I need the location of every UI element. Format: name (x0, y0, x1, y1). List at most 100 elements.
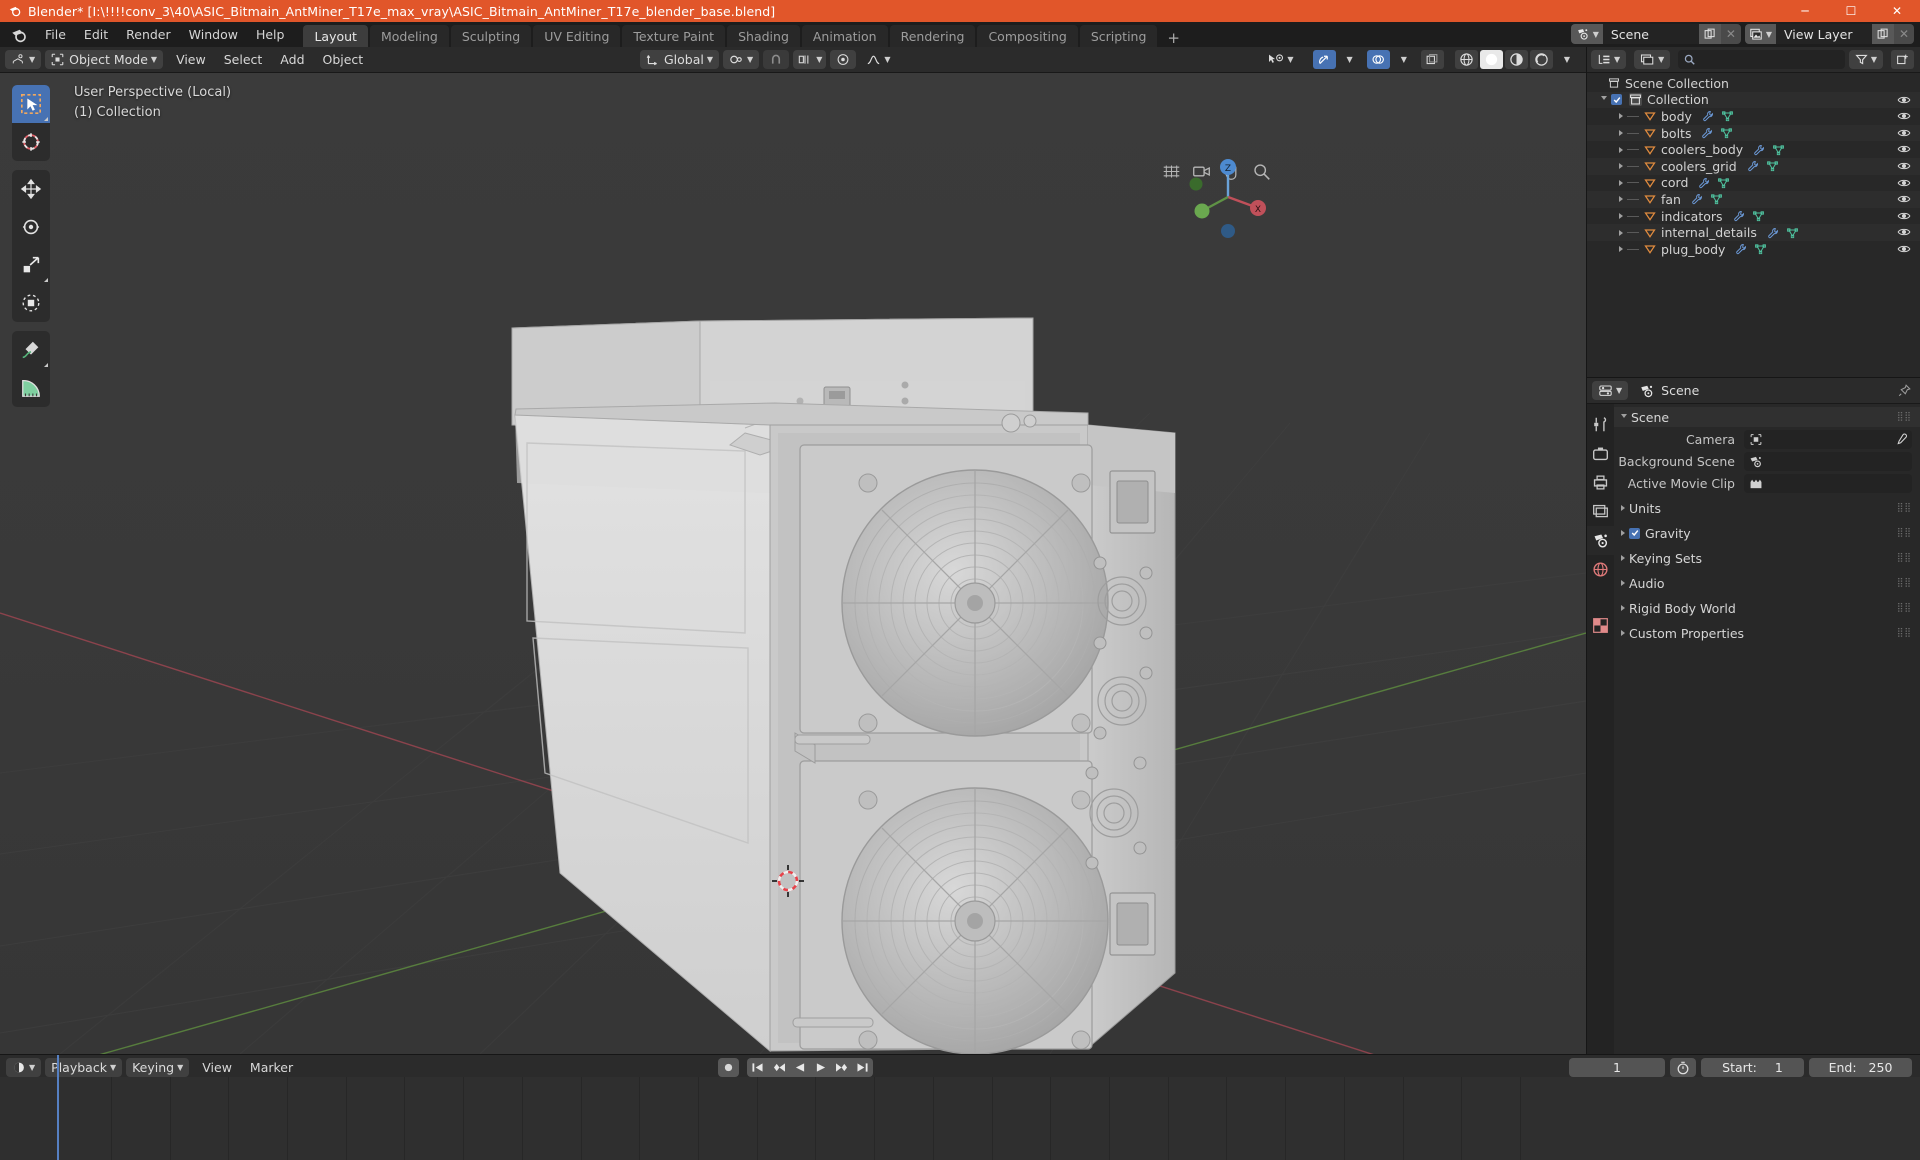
outliner-editor-type-button[interactable]: ▼ (1591, 50, 1627, 69)
panel-scene-header[interactable]: Scene ⣿⣿ (1614, 407, 1920, 427)
mesh-data-icon[interactable] (1772, 144, 1785, 156)
menu-window[interactable]: Window (180, 25, 247, 44)
measure-tool[interactable] (12, 369, 50, 407)
output-tab[interactable] (1587, 468, 1614, 497)
modifier-wrench-icon[interactable] (1702, 110, 1714, 122)
panel-rigid-body-world[interactable]: Rigid Body World ⣿⣿ (1614, 598, 1920, 618)
panel-drag-dots[interactable]: ⣿⣿ (1897, 503, 1912, 513)
menu-render[interactable]: Render (117, 25, 180, 44)
cursor-tool[interactable] (12, 123, 50, 161)
object-visibility-toggle[interactable] (1897, 225, 1911, 239)
mesh-data-icon[interactable] (1710, 193, 1723, 205)
expand-triangle-icon[interactable] (1601, 96, 1607, 103)
start-frame-field[interactable]: Start: 1 (1701, 1058, 1804, 1077)
expand-triangle-icon[interactable] (1619, 229, 1623, 236)
timeline-editor-type-button[interactable]: ▼ (6, 1058, 42, 1077)
prev-keyframe-button[interactable] (768, 1058, 789, 1077)
tab-sculpting[interactable]: Sculpting (450, 25, 532, 47)
expand-triangle-icon[interactable] (1619, 196, 1623, 203)
scene-name-field[interactable]: Scene (1602, 24, 1699, 44)
collection-checkbox[interactable] (1611, 94, 1622, 106)
mesh-data-icon[interactable] (1717, 177, 1730, 189)
new-scene-button[interactable] (1698, 24, 1721, 44)
expand-triangle-icon[interactable] (1619, 246, 1623, 253)
jump-to-end-button[interactable] (852, 1058, 873, 1077)
panel-audio[interactable]: Audio ⣿⣿ (1614, 573, 1920, 593)
overlays-dropdown[interactable]: ▼ (1392, 50, 1413, 69)
jump-to-start-button[interactable] (747, 1058, 768, 1077)
panel-drag-dots[interactable]: ⣿⣿ (1897, 578, 1912, 588)
annotate-tool[interactable] (12, 331, 50, 369)
minimize-button[interactable]: ─ (1782, 0, 1828, 22)
move-tool[interactable] (12, 170, 50, 208)
object-visibility-toggle[interactable] (1897, 142, 1911, 156)
object-visibility-toggle[interactable] (1897, 109, 1911, 123)
active-movie-clip-field[interactable] (1744, 473, 1912, 493)
object-visibility-toggle[interactable] (1897, 176, 1911, 190)
render-tab[interactable] (1587, 439, 1614, 468)
object-mode-dropdown[interactable]: Object Mode ▼ (45, 50, 164, 69)
tab-animation[interactable]: Animation (801, 25, 888, 47)
visibility-dropdown[interactable]: ▼ (1261, 50, 1299, 69)
pin-button[interactable] (1898, 384, 1911, 397)
outliner-object-row[interactable]: cord (1587, 175, 1920, 192)
menu-file[interactable]: File (36, 25, 75, 44)
properties-editor-type-button[interactable]: ▼ (1592, 381, 1629, 400)
snap-target-dropdown[interactable]: ▼ (793, 50, 827, 69)
outliner-object-row[interactable]: plug_body (1587, 241, 1920, 258)
viewport-menu-select[interactable]: Select (215, 52, 272, 67)
new-collection-button[interactable] (1891, 50, 1914, 69)
outliner-object-row[interactable]: coolers_grid (1587, 157, 1920, 175)
expand-triangle-icon[interactable] (1619, 146, 1623, 153)
blender-icon[interactable] (10, 26, 28, 44)
transform-orientation-dropdown[interactable]: Global ▼ (640, 50, 720, 69)
outliner-object-row[interactable]: internal_details (1587, 224, 1920, 241)
shading-wireframe-button[interactable] (1454, 50, 1478, 69)
scene-tab[interactable] (1587, 526, 1614, 555)
outliner-search-input[interactable] (1678, 50, 1845, 69)
object-visibility-toggle[interactable] (1897, 242, 1911, 256)
tab-uv-editing[interactable]: UV Editing (533, 25, 621, 47)
view-layer-tab[interactable] (1587, 497, 1614, 526)
tab-scripting[interactable]: Scripting (1079, 25, 1158, 47)
outliner-object-row[interactable]: coolers_body (1587, 141, 1920, 158)
outliner-object-row[interactable]: fan (1587, 191, 1920, 208)
panel-drag-dots[interactable]: ⣿⣿ (1897, 528, 1912, 538)
panel-drag-dots[interactable]: ⣿⣿ (1897, 553, 1912, 563)
new-view-layer-button[interactable] (1872, 24, 1894, 44)
modifier-wrench-icon[interactable] (1698, 177, 1710, 189)
record-button[interactable] (718, 1058, 739, 1077)
timeline-menu-marker[interactable]: Marker (241, 1060, 302, 1075)
editor-type-button[interactable]: ▼ (5, 50, 42, 69)
keying-dropdown[interactable]: Keying ▼ (126, 1058, 190, 1077)
object-visibility-toggle[interactable] (1897, 159, 1911, 173)
camera-field[interactable] (1744, 429, 1912, 449)
background-scene-field[interactable] (1744, 451, 1912, 471)
gizmo-dropdown[interactable]: ▼ (1338, 50, 1359, 69)
expand-triangle-icon[interactable] (1619, 213, 1623, 220)
remove-view-layer-button[interactable]: ✕ (1894, 24, 1914, 44)
mesh-data-icon[interactable] (1754, 243, 1767, 255)
collection-visibility-toggle[interactable] (1897, 93, 1911, 107)
show-gizmo-toggle[interactable] (1312, 50, 1336, 69)
current-frame-field[interactable]: 1 (1569, 1058, 1665, 1077)
modifier-wrench-icon[interactable] (1767, 227, 1779, 239)
gravity-checkbox[interactable] (1629, 527, 1640, 539)
outliner-tree[interactable]: Scene Collection Collection body bolts c… (1587, 73, 1920, 377)
show-overlays-toggle[interactable] (1366, 50, 1390, 69)
world-tab[interactable] (1587, 555, 1614, 584)
viewport-menu-object[interactable]: Object (314, 52, 373, 67)
scene-browse-button[interactable]: ▼ (1570, 24, 1603, 44)
shading-material-button[interactable] (1504, 50, 1528, 69)
viewport-menu-view[interactable]: View (167, 52, 215, 67)
scene-selector[interactable]: ▼ Scene ✕ (1570, 24, 1741, 44)
maximize-button[interactable]: ☐ (1828, 0, 1874, 22)
view-layer-name-field[interactable]: View Layer (1776, 24, 1872, 44)
tab-layout[interactable]: Layout (303, 25, 368, 47)
navigation-gizmo[interactable]: Z X (1182, 151, 1274, 243)
panel-units[interactable]: Units ⣿⣿ (1614, 498, 1920, 518)
outliner-object-row[interactable]: bolts (1587, 124, 1920, 142)
modifier-wrench-icon[interactable] (1701, 127, 1713, 139)
timeline-menu-view[interactable]: View (193, 1060, 241, 1075)
object-visibility-toggle[interactable] (1897, 192, 1911, 206)
